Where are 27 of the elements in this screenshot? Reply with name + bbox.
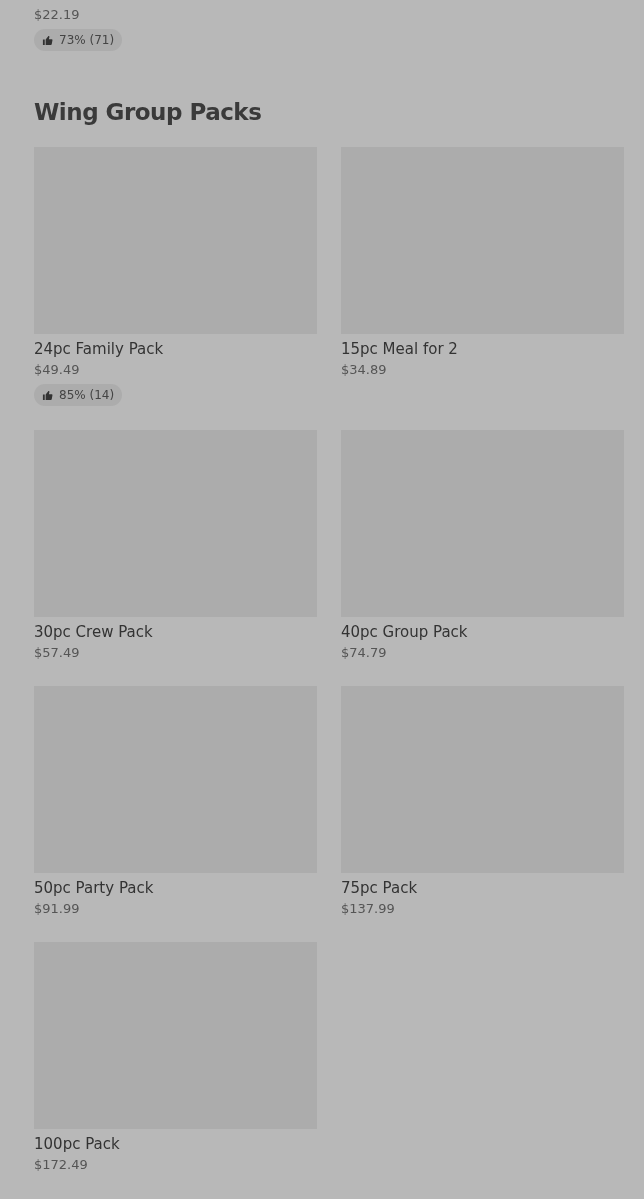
section-title: Wing Group Packs [34,98,263,127]
item-name: 100pc Pack [34,1134,121,1154]
thumbs-up-icon [42,34,53,46]
item-price: $34.89 [341,361,388,379]
item-price: $49.49 [34,361,81,379]
item-price: $137.99 [341,900,396,918]
item-name: 50pc Party Pack [34,878,155,898]
menu-item-card[interactable]: 30pc Crew Pack $57.49 [34,430,317,662]
item-name: 75pc Pack [341,878,419,898]
item-name: 40pc Group Pack [341,622,469,642]
rating-text: 73% (71) [59,33,115,47]
item-name: 15pc Meal for 2 [341,339,459,359]
rating-text: 85% (14) [59,388,115,402]
item-price: $22.19 [34,6,81,24]
menu-item-card[interactable]: 24pc Family Pack $49.49 85% (14) [34,147,317,406]
menu-item-card[interactable]: 100pc Pack $172.49 [34,942,317,1174]
menu-item-card[interactable]: 15pc Meal for 2 $34.89 [341,147,624,379]
item-name: 30pc Crew Pack [34,622,154,642]
item-price: $74.79 [341,644,388,662]
item-name: 24pc Family Pack [34,339,165,359]
item-price: $91.99 [34,900,81,918]
thumbs-up-icon [42,389,53,401]
menu-item-card[interactable]: 75pc Pack $137.99 [341,686,624,918]
item-price: $57.49 [34,644,81,662]
menu-item-card[interactable]: 40pc Group Pack $74.79 [341,430,624,662]
menu-item-card[interactable]: 50pc Party Pack $91.99 [34,686,317,918]
item-price: $172.49 [34,1156,89,1174]
